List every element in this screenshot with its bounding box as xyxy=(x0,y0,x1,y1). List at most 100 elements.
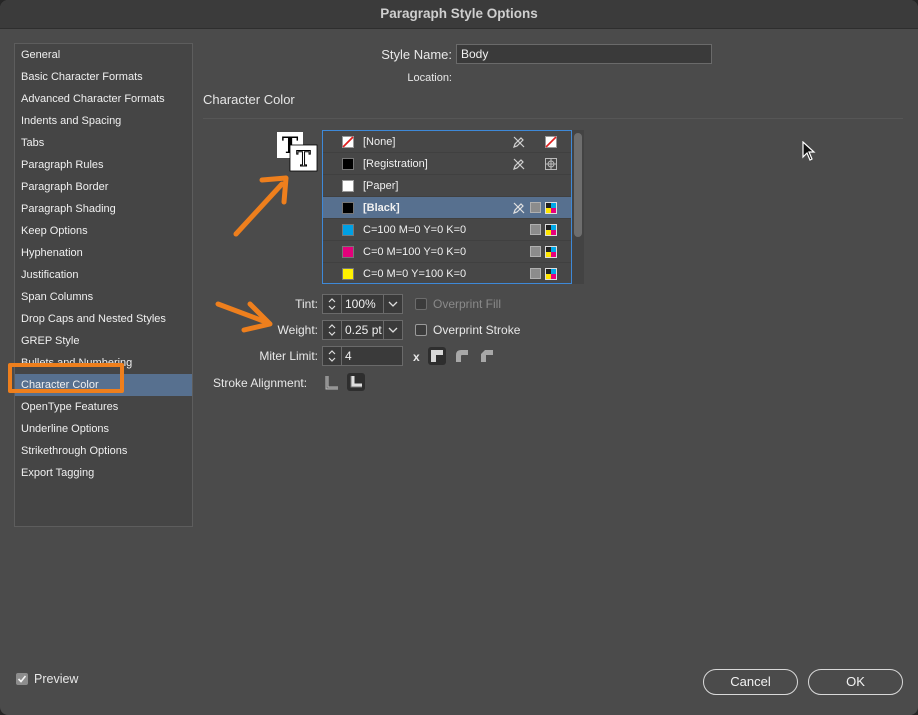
sidebar-item-justification[interactable]: Justification xyxy=(15,264,192,286)
sidebar-item-basic-character-formats[interactable]: Basic Character Formats xyxy=(15,66,192,88)
sidebar-item-drop-caps-and-nested-styles[interactable]: Drop Caps and Nested Styles xyxy=(15,308,192,330)
sidebar-item-keep-options[interactable]: Keep Options xyxy=(15,220,192,242)
sidebar-item-hyphenation[interactable]: Hyphenation xyxy=(15,242,192,264)
align-center-button[interactable] xyxy=(323,373,341,391)
swatch-row-registration[interactable]: [Registration] xyxy=(323,153,571,175)
cmyk-icon xyxy=(545,246,557,258)
miter-limit-label: Miter Limit: xyxy=(259,349,318,363)
chevron-down-icon[interactable] xyxy=(383,321,402,339)
mouse-cursor-icon xyxy=(802,141,816,161)
annotation-arrow-up-icon xyxy=(233,175,289,237)
style-name-field[interactable]: Body xyxy=(456,44,712,64)
sidebar-item-span-columns[interactable]: Span Columns xyxy=(15,286,192,308)
yellow-swatch-chip xyxy=(342,268,354,280)
cancel-button[interactable]: Cancel xyxy=(703,669,798,695)
weight-value[interactable]: 0.25 pt xyxy=(345,321,385,339)
svg-text:T: T xyxy=(296,147,310,171)
round-join-button[interactable] xyxy=(453,347,471,365)
none-swatch-chip xyxy=(342,136,354,148)
cmyk-icon xyxy=(545,224,557,236)
checkmark-icon xyxy=(17,675,27,683)
stepper-arrows-icon[interactable] xyxy=(323,321,342,339)
sidebar-item-underline-options[interactable]: Underline Options xyxy=(15,418,192,440)
callout-highlight-box xyxy=(8,363,124,393)
bevel-join-icon xyxy=(481,350,493,362)
gray-box-icon xyxy=(530,224,541,235)
stroke-align-inside-icon xyxy=(350,376,362,388)
swatch-name: [Black] xyxy=(363,202,400,214)
category-sidebar: General Basic Character Formats Advanced… xyxy=(14,43,193,527)
weight-label: Weight: xyxy=(277,323,318,337)
sidebar-item-tabs[interactable]: Tabs xyxy=(15,132,192,154)
tint-value[interactable]: 100% xyxy=(345,295,383,313)
swatch-row-black[interactable]: [Black] xyxy=(323,197,571,219)
stroke-align-center-icon xyxy=(325,376,338,390)
stepper-arrows-icon[interactable] xyxy=(323,295,342,313)
overprint-stroke-checkbox[interactable] xyxy=(415,324,427,336)
cmyk-icon xyxy=(545,268,557,280)
stepper-arrows-icon[interactable] xyxy=(323,347,342,365)
swatch-name: [Paper] xyxy=(363,180,399,192)
sidebar-item-strikethrough-options[interactable]: Strikethrough Options xyxy=(15,440,192,462)
registration-swatch-chip xyxy=(342,158,354,170)
bevel-join-button[interactable] xyxy=(478,347,496,365)
miter-x-label: x xyxy=(413,350,420,364)
swatch-name: [Registration] xyxy=(363,158,428,170)
black-swatch-chip xyxy=(342,202,354,214)
style-name-label: Style Name: xyxy=(381,47,452,62)
sidebar-item-paragraph-rules[interactable]: Paragraph Rules xyxy=(15,154,192,176)
registration-icon xyxy=(545,158,557,170)
section-divider xyxy=(203,118,903,119)
pencil-icon xyxy=(513,158,525,170)
cyan-swatch-chip xyxy=(342,224,354,236)
sidebar-item-advanced-character-formats[interactable]: Advanced Character Formats xyxy=(15,88,192,110)
none-swatch-icon xyxy=(545,136,557,148)
section-title: Character Color xyxy=(203,92,295,107)
gray-box-icon xyxy=(530,268,541,279)
sidebar-item-paragraph-shading[interactable]: Paragraph Shading xyxy=(15,198,192,220)
swatch-name: C=100 M=0 Y=0 K=0 xyxy=(363,224,467,236)
chevron-down-icon[interactable] xyxy=(383,295,402,313)
magenta-swatch-chip xyxy=(342,246,354,258)
tint-stepper[interactable]: 100% xyxy=(322,294,403,314)
gray-box-icon xyxy=(530,246,541,257)
sidebar-item-grep-style[interactable]: GREP Style xyxy=(15,330,192,352)
ok-button[interactable]: OK xyxy=(808,669,903,695)
miter-join-button[interactable] xyxy=(428,347,446,365)
dialog-title: Paragraph Style Options xyxy=(0,0,918,29)
swatch-name: C=0 M=0 Y=100 K=0 xyxy=(363,268,467,280)
cmyk-icon xyxy=(545,202,557,214)
location-label: Location: xyxy=(407,72,452,84)
swatch-name: [None] xyxy=(363,136,396,148)
stroke-alignment-label: Stroke Alignment: xyxy=(213,376,308,390)
swatch-row-magenta[interactable]: C=0 M=100 Y=0 K=0 xyxy=(323,241,571,263)
overprint-fill-checkbox[interactable] xyxy=(415,298,427,310)
preview-label: Preview xyxy=(34,672,79,686)
tint-label: Tint: xyxy=(295,297,318,311)
sidebar-item-indents-and-spacing[interactable]: Indents and Spacing xyxy=(15,110,192,132)
pencil-icon xyxy=(513,136,525,148)
swatch-row-none[interactable]: [None] xyxy=(323,131,571,153)
sidebar-item-paragraph-border[interactable]: Paragraph Border xyxy=(15,176,192,198)
gray-box-icon xyxy=(530,202,541,213)
weight-stepper[interactable]: 0.25 pt xyxy=(322,320,403,340)
swatch-row-cyan[interactable]: C=100 M=0 Y=0 K=0 xyxy=(323,219,571,241)
sidebar-item-general[interactable]: General xyxy=(15,44,192,66)
preview-checkbox[interactable] xyxy=(16,673,28,685)
swatch-row-yellow[interactable]: C=0 M=0 Y=100 K=0 xyxy=(323,263,571,283)
sidebar-item-export-tagging[interactable]: Export Tagging xyxy=(15,462,192,484)
pencil-icon xyxy=(513,202,525,214)
paragraph-style-options-dialog: Paragraph Style Options General Basic Ch… xyxy=(0,0,918,715)
paper-swatch-chip xyxy=(342,180,354,192)
align-inside-button[interactable] xyxy=(347,373,365,391)
sidebar-item-opentype-features[interactable]: OpenType Features xyxy=(15,396,192,418)
swatch-name: C=0 M=100 Y=0 K=0 xyxy=(363,246,467,258)
overprint-fill-label: Overprint Fill xyxy=(433,297,502,311)
swatch-list-scrollbar-thumb[interactable] xyxy=(574,133,582,237)
fill-stroke-proxy-icon[interactable]: T T xyxy=(276,131,320,173)
miter-join-icon xyxy=(431,350,443,362)
swatch-list[interactable]: [None] [Registration] [Paper] [Black] C=… xyxy=(322,130,572,284)
miter-limit-stepper[interactable]: 4 xyxy=(322,346,403,366)
miter-limit-value[interactable]: 4 xyxy=(345,347,395,365)
swatch-row-paper[interactable]: [Paper] xyxy=(323,175,571,197)
